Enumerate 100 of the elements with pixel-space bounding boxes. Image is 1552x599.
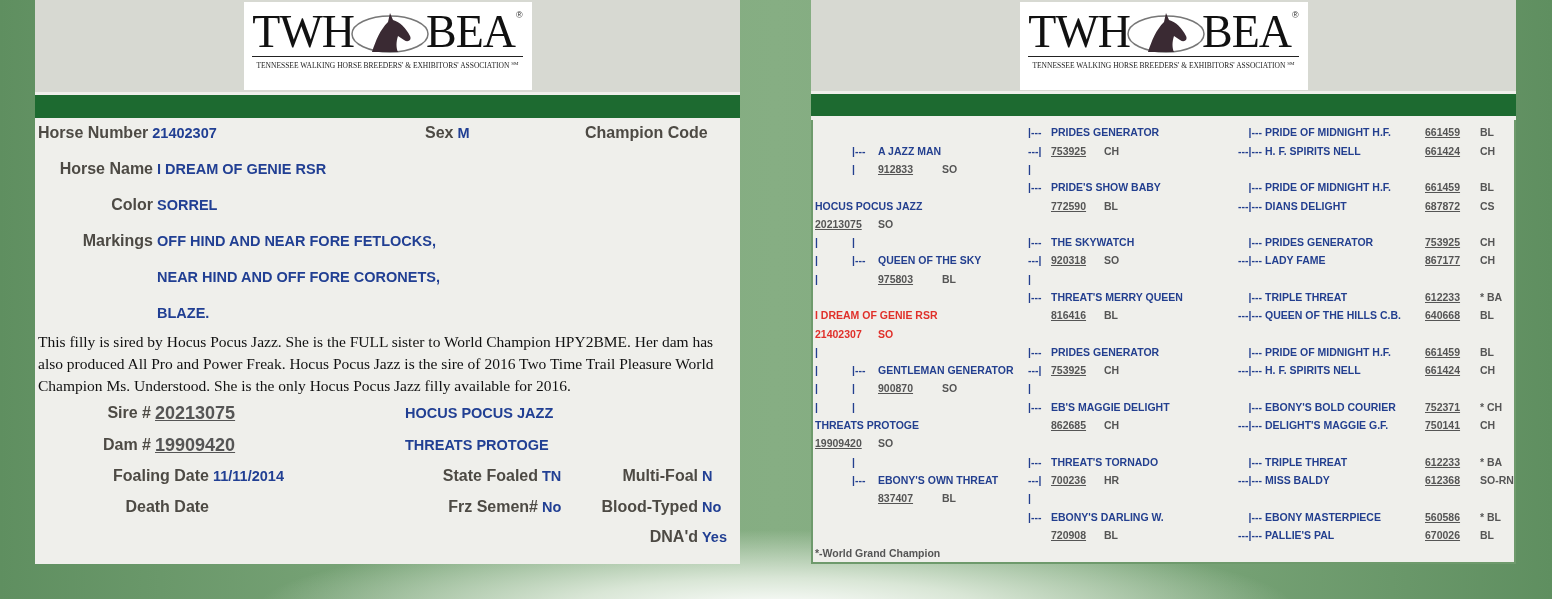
field-value: M [457, 125, 470, 141]
field-value: 11/11/2014 [213, 468, 284, 485]
horse-name[interactable]: QUEEN OF THE HILLS C.B. [1265, 309, 1401, 322]
pedigree-connector: |--- [852, 254, 866, 267]
horse-name[interactable]: TRIPLE THREAT [1265, 455, 1348, 468]
registration-link[interactable]: 772590 [1051, 199, 1087, 212]
logo-text: TWH [1028, 10, 1131, 54]
horse-name[interactable]: EBONY'S DARLING W. [1051, 510, 1164, 523]
horse-name[interactable]: THREATS PROTOGE [815, 419, 920, 432]
pedigree-connector: | [1028, 382, 1031, 395]
registration-link[interactable]: 670026 [1425, 528, 1461, 541]
registration-link[interactable]: 700236 [1051, 473, 1087, 486]
horse-name[interactable]: TRIPLE THREAT [1265, 291, 1348, 303]
color-code: BL [1104, 528, 1118, 541]
horse-name[interactable]: EB'S MAGGIE DELIGHT [1051, 400, 1170, 413]
registration-link[interactable]: 20213075 [815, 217, 862, 230]
registration-link[interactable]: 661424 [1425, 144, 1461, 157]
pedigree-connector: | [815, 254, 818, 267]
registration-link[interactable]: 753925 [1051, 144, 1087, 157]
registration-link[interactable]: 19909420 [155, 434, 236, 455]
pedigree-connector: |--- [1028, 126, 1042, 139]
color-code: BL [1480, 181, 1494, 194]
color-code: BL [1480, 309, 1494, 322]
horse-name[interactable]: MISS BALDY [1265, 473, 1330, 486]
horse-name[interactable]: EBONY'S OWN THREAT [878, 473, 999, 486]
registration-link[interactable]: 975803 [878, 272, 914, 285]
color-code: CH [1480, 254, 1496, 267]
registration-link[interactable]: 862685 [1051, 419, 1087, 432]
horse-name[interactable]: DIANS DELIGHT [1265, 199, 1347, 212]
field-value: 21402307 [152, 125, 217, 141]
horse-name[interactable]: PRIDES GENERATOR [1265, 236, 1374, 249]
horse-name[interactable]: EBONY'S BOLD COURIER [1265, 400, 1396, 413]
registration-link[interactable]: 560586 [1425, 510, 1461, 523]
pedigree-connector: | [815, 364, 818, 377]
horse-name[interactable]: A JAZZ MAN [878, 144, 942, 157]
horse-name[interactable]: THREAT'S MERRY QUEEN [1051, 291, 1183, 303]
registration-link[interactable]: 750141 [1425, 419, 1461, 432]
pedigree-connector: ---| [1028, 254, 1042, 267]
pedigree-connector: |--- [1028, 345, 1042, 358]
color-code: SO [942, 162, 958, 175]
field-label: Champion Code [585, 124, 708, 142]
field-value: I DREAM OF GENIE RSR [157, 161, 327, 177]
field-label: DNA'd [649, 528, 698, 546]
color-code: BL [942, 272, 956, 285]
horse-name[interactable]: PRIDE OF MIDNIGHT H.F. [1265, 181, 1391, 194]
pedigree-connector: | [852, 236, 855, 249]
registration-link[interactable]: 687872 [1425, 199, 1461, 212]
registration-link[interactable]: 612233 [1425, 455, 1461, 468]
pedigree-connector: ---| [1028, 364, 1042, 377]
pedigree-connector: ---| [1028, 144, 1042, 157]
registration-link[interactable]: 752371 [1425, 400, 1461, 413]
horse-name[interactable]: LADY FAME [1265, 254, 1326, 267]
registered-mark: ® [516, 10, 523, 20]
horse-name[interactable]: H. F. SPIRITS NELL [1265, 144, 1361, 157]
registration-link[interactable]: 640668 [1425, 309, 1461, 322]
pedigree-connector: |--- [1028, 236, 1042, 249]
registration-link[interactable]: 753925 [1051, 364, 1087, 377]
registration-link[interactable]: 720908 [1051, 528, 1087, 541]
pedigree-connector: ---|--- [1237, 199, 1263, 212]
horse-name[interactable]: DELIGHT'S MAGGIE G.F. [1265, 419, 1389, 432]
horse-name[interactable]: PRIDE'S SHOW BABY [1051, 181, 1161, 194]
registration-link[interactable]: 816416 [1051, 309, 1087, 322]
registration-link[interactable]: 661459 [1425, 126, 1461, 139]
horse-name[interactable]: HOCUS POCUS JAZZ [815, 199, 923, 212]
horse-name[interactable]: GENTLEMAN GENERATOR [878, 364, 1014, 377]
registration-link[interactable]: 661459 [1425, 181, 1461, 194]
horse-name[interactable]: PALLIE'S PAL [1265, 528, 1335, 541]
registration-link[interactable]: 837407 [878, 492, 914, 505]
registration-link[interactable]: 19909420 [815, 437, 862, 450]
pedigree-connector: |--- [852, 473, 866, 486]
registration-link[interactable]: 612233 [1425, 291, 1461, 303]
pedigree-connector: | [852, 455, 855, 468]
registration-link[interactable]: 867177 [1425, 254, 1461, 267]
pedigree-connector: |--- [1247, 291, 1263, 303]
horse-name[interactable]: PRIDE OF MIDNIGHT H.F. [1265, 126, 1391, 139]
horse-name[interactable]: THE SKYWATCH [1051, 236, 1135, 249]
pedigree-connector: |--- [1028, 291, 1042, 303]
pedigree-connector: |--- [1028, 400, 1042, 413]
field-value: TN [542, 468, 562, 485]
horse-name[interactable]: QUEEN OF THE SKY [878, 254, 982, 267]
registration-link[interactable]: 612368 [1425, 473, 1461, 486]
pedigree-connector: | [815, 382, 818, 395]
registration-link[interactable]: 20213075 [155, 402, 236, 423]
registration-link[interactable]: 661424 [1425, 364, 1461, 377]
registration-link[interactable]: 920318 [1051, 254, 1087, 267]
registration-link[interactable]: 753925 [1425, 236, 1461, 249]
registration-link[interactable]: 900870 [878, 382, 914, 395]
pedigree-connector: | [852, 162, 855, 175]
horse-name[interactable]: PRIDES GENERATOR [1051, 126, 1160, 139]
field-value: SORREL [157, 197, 218, 213]
horse-name[interactable]: THREAT'S TORNADO [1051, 455, 1159, 468]
field-label: Sire # [107, 404, 151, 421]
horse-name[interactable]: PRIDES GENERATOR [1051, 345, 1160, 358]
horse-name[interactable]: PRIDE OF MIDNIGHT H.F. [1265, 345, 1391, 358]
horse-name[interactable]: EBONY MASTERPIECE [1265, 510, 1381, 523]
pedigree-connector: | [1028, 272, 1031, 285]
registration-link[interactable]: 661459 [1425, 345, 1461, 358]
registration-link[interactable]: 912833 [878, 162, 914, 175]
horse-name[interactable]: H. F. SPIRITS NELL [1265, 364, 1361, 377]
color-code: * CH [1480, 400, 1503, 413]
